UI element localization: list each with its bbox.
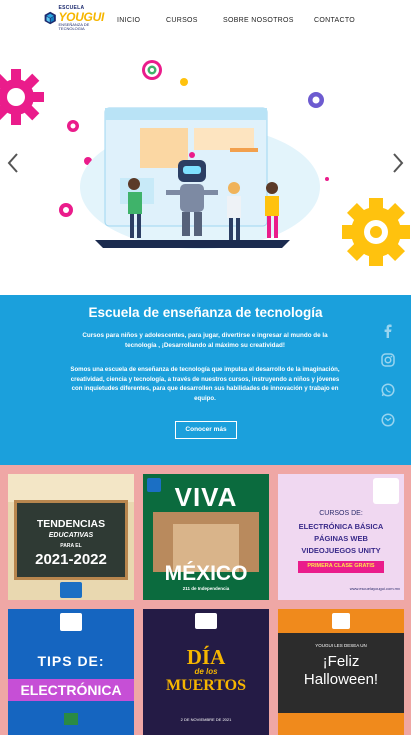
post-line: de los — [194, 667, 218, 676]
whatsapp-icon[interactable] — [381, 383, 395, 397]
post-cursos[interactable]: CURSOS DE: ELECTRÓNICA BÁSICA PÁGINAS WE… — [278, 474, 404, 600]
nav-sobre-nosotros[interactable]: SOBRE NOSOTROS — [223, 17, 294, 24]
intro-paragraph-1: Cursos para niños y adolescentes, para j… — [82, 332, 328, 349]
post-line: MUERTOS — [165, 677, 247, 694]
post-line: YOUGUI LES DESEA UN — [315, 643, 367, 648]
yougui-logo-icon — [332, 613, 350, 629]
post-line: ELECTRÓNICA BÁSICA — [298, 522, 384, 531]
yougui-logo-icon — [147, 478, 161, 492]
nav-cursos[interactable]: CURSOS — [166, 17, 198, 24]
post-line: PARA EL — [60, 543, 82, 549]
nav-contacto[interactable]: CONTACTO — [314, 17, 355, 24]
logo-text: ESCUELA YOUGUI ENSEÑANZA DE TECNOLOGIA — [58, 5, 104, 31]
post-line: 2 DE NOVIEMBRE DE 2021 — [180, 717, 232, 722]
instagram-icon[interactable] — [381, 353, 395, 367]
post-line: PRIMERA CLASE GRATIS — [307, 563, 375, 569]
yougui-logo-icon — [60, 613, 82, 631]
logo-name: YOUGUI — [58, 9, 104, 24]
post-line: VIDEOJUEGOS UNITY — [301, 546, 381, 555]
post-line: ELECTRÓNICA — [20, 682, 122, 698]
nav-inicio[interactable]: INICIO — [117, 17, 140, 24]
next-slide-arrow[interactable] — [391, 152, 405, 174]
post-line: CURSOS DE: — [319, 510, 363, 517]
prev-slide-arrow[interactable] — [6, 152, 20, 174]
post-line: PÁGINAS WEB — [314, 534, 368, 543]
yougui-logo-icon — [60, 582, 82, 598]
yougui-logo-icon — [373, 478, 399, 504]
post-line: ¡Feliz — [322, 653, 360, 670]
small-gear-icon — [59, 203, 73, 217]
yougui-logo-icon — [195, 613, 217, 629]
post-line: 2021-2022 — [35, 551, 107, 568]
intro-title: Escuela de enseñanza de tecnología — [88, 305, 323, 320]
logo[interactable]: ESCUELA YOUGUI ENSEÑANZA DE TECNOLOGIA — [44, 5, 104, 31]
email-icon[interactable] — [381, 413, 395, 427]
post-dia-de-muertos[interactable]: DÍA de los MUERTOS 2 DE NOVIEMBRE DE 202… — [143, 609, 269, 735]
post-tips-electronica[interactable]: TIPS DE: ELECTRÓNICA — [8, 609, 134, 735]
post-line: 211 de Independencia — [182, 586, 230, 591]
post-line: EDUCATIVAS — [48, 532, 94, 539]
post-line: MÉXICO — [164, 562, 248, 585]
hero-illustration — [0, 60, 410, 266]
small-gear-icon — [67, 120, 79, 132]
conocer-mas-button[interactable]: Conocer más — [175, 421, 237, 439]
intro-section: Escuela de enseñanza de tecnología Curso… — [0, 295, 411, 465]
posts-grid: TENDENCIAS EDUCATIVAS PARA EL 2021-2022 … — [0, 465, 411, 735]
post-viva-mexico[interactable]: VIVA MÉXICO 211 de Independencia — [143, 474, 269, 600]
magenta-gear-icon — [0, 69, 44, 125]
post-line: www.escuelayougui.com.mx — [349, 586, 400, 591]
logo-cube-icon — [44, 11, 56, 25]
post-tendencias[interactable]: TENDENCIAS EDUCATIVAS PARA EL 2021-2022 — [8, 474, 134, 600]
post-line: TENDENCIAS — [36, 518, 106, 530]
hero-carousel — [0, 42, 411, 295]
facebook-icon[interactable] — [381, 324, 395, 338]
post-line: TIPS DE: — [37, 653, 105, 669]
yellow-gear-icon — [342, 198, 410, 266]
intro-paragraph-2: Somos una escuela de enseñanza de tecnol… — [70, 366, 340, 402]
post-line: Halloween! — [303, 671, 379, 688]
post-halloween[interactable]: YOUGUI LES DESEA UN ¡Feliz Halloween! — [278, 609, 404, 735]
top-nav: ESCUELA YOUGUI ENSEÑANZA DE TECNOLOGIA I… — [0, 0, 411, 42]
logo-subtitle: ENSEÑANZA DE TECNOLOGIA — [58, 21, 90, 31]
post-line: VIVA — [174, 482, 238, 512]
purple-gear-icon — [308, 92, 324, 108]
target-icon — [142, 60, 162, 80]
